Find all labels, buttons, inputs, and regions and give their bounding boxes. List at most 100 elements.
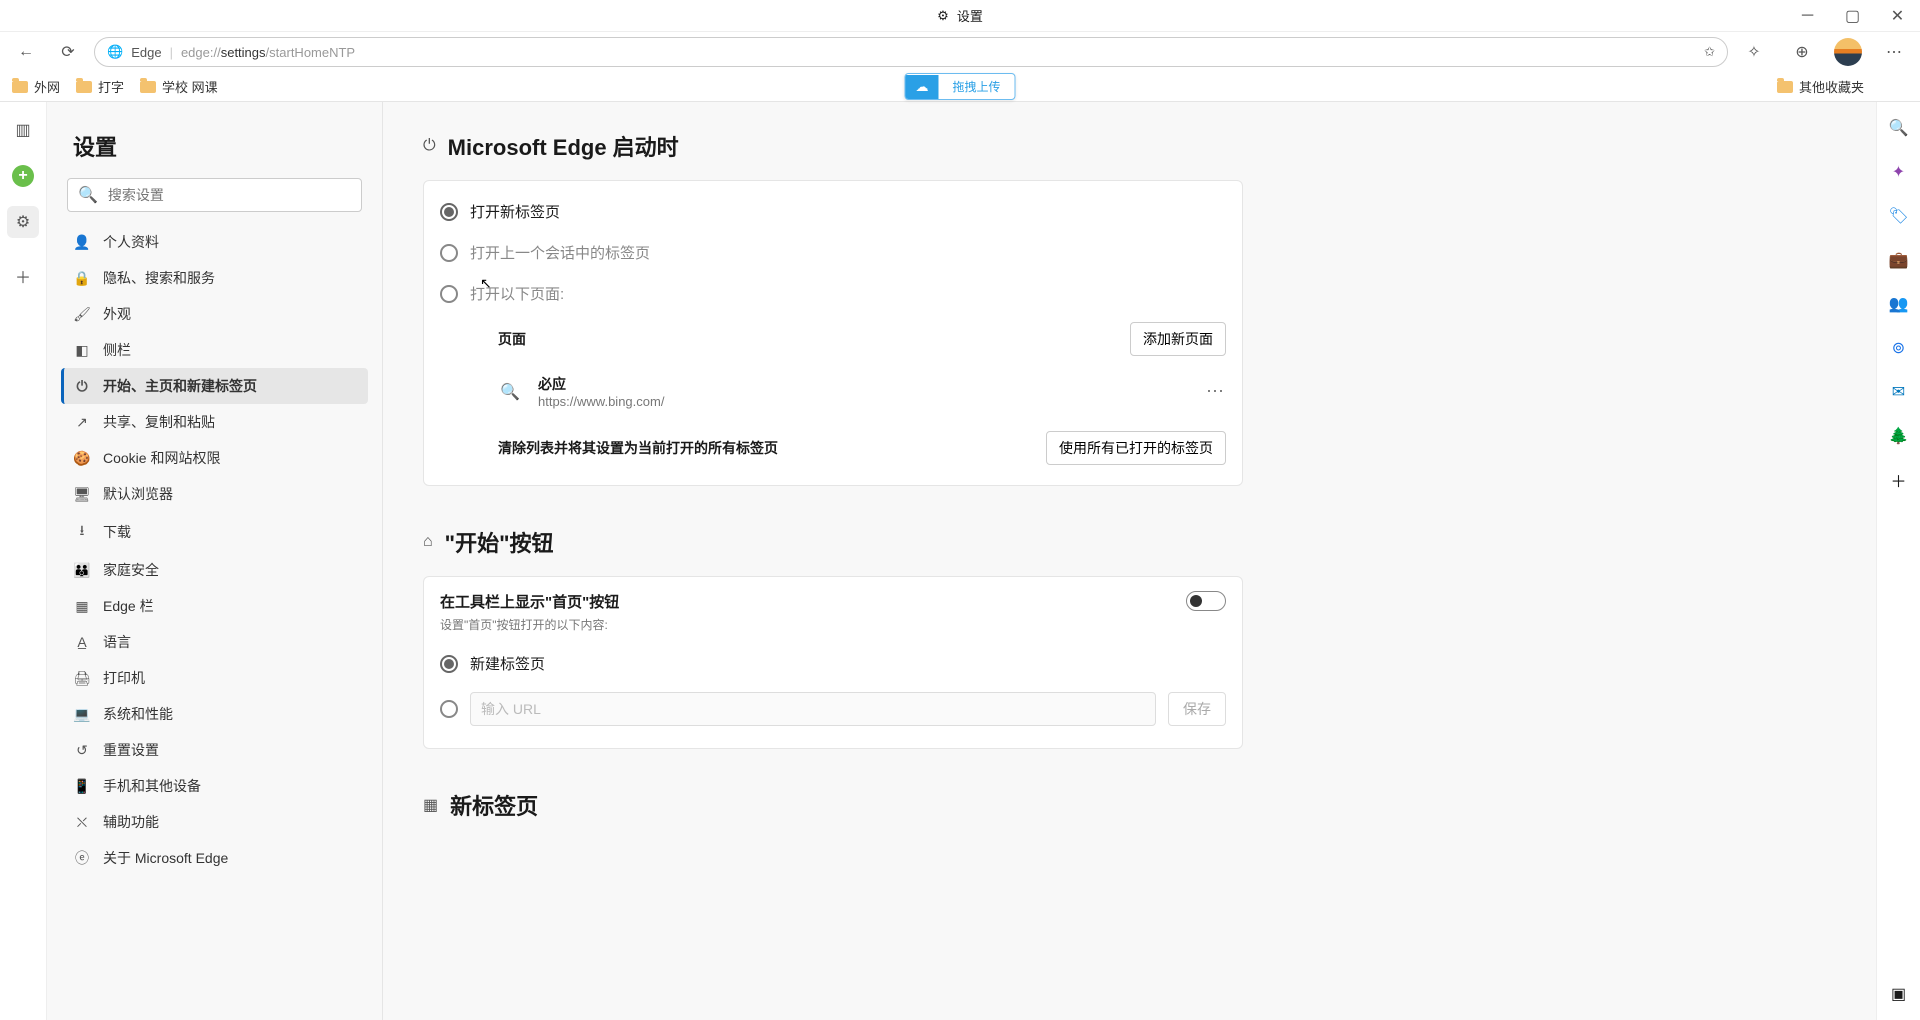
nav-sidebar[interactable]: ◧侧栏: [61, 332, 368, 368]
nav-appearance[interactable]: 🖌外观: [61, 296, 368, 332]
profile-avatar[interactable]: [1834, 38, 1862, 66]
radio-new-tab-page[interactable]: 新建标签页: [440, 643, 1226, 684]
nav-profile[interactable]: 👤个人资料: [61, 224, 368, 260]
shopping-icon[interactable]: 🏷: [1887, 204, 1911, 228]
home-icon: ⌂: [423, 533, 433, 551]
nav-about[interactable]: ⓔ关于 Microsoft Edge: [61, 840, 368, 876]
discover-icon[interactable]: ✦: [1887, 160, 1911, 184]
pages-label: 页面: [498, 329, 526, 349]
tabs-icon[interactable]: ▥: [7, 114, 39, 146]
bookmark-folder[interactable]: 学校 网课: [140, 77, 218, 96]
games-icon[interactable]: 👥: [1887, 292, 1911, 316]
edge-label: Edge: [131, 45, 161, 60]
window-title: 设置: [957, 6, 983, 25]
folder-icon: [76, 81, 92, 93]
home-url-input[interactable]: 输入 URL: [470, 692, 1156, 726]
sidebar-settings-icon[interactable]: ▣: [1887, 982, 1911, 1006]
radio-specific-pages[interactable]: 打开以下页面: ↖: [440, 273, 1226, 314]
star-icon[interactable]: ✩: [1704, 44, 1715, 60]
nav-accessibility[interactable]: ⛌辅助功能: [61, 804, 368, 840]
favorites-icon[interactable]: ✧: [1738, 36, 1770, 68]
refresh-button[interactable]: ⟳: [52, 36, 84, 68]
edge-logo-icon: 🌐: [107, 44, 123, 60]
nav-family[interactable]: 👪家庭安全: [61, 552, 368, 588]
add-page-button[interactable]: 添加新页面: [1130, 322, 1226, 356]
radio-icon: [440, 285, 458, 303]
address-bar[interactable]: 🌐 Edge | edge://settings/startHomeNTP ✩: [94, 37, 1728, 67]
nav-downloads[interactable]: ⭳下载: [61, 512, 368, 552]
nav-reset[interactable]: ↺重置设置: [61, 732, 368, 768]
back-button[interactable]: ←: [10, 36, 42, 68]
home-button-toggle[interactable]: [1186, 591, 1226, 611]
startup-card: 打开新标签页 打开上一个会话中的标签页 打开以下页面: ↖ 页面 添加新页面: [423, 180, 1243, 486]
radio-label: 打开新标签页: [470, 201, 560, 222]
section-title-home: "开始"按钮: [445, 526, 554, 558]
nav-language[interactable]: A̲语言: [61, 624, 368, 660]
cloud-icon: ☁: [905, 75, 938, 99]
tools-icon[interactable]: 💼: [1887, 248, 1911, 272]
minimize-button[interactable]: ─: [1785, 0, 1830, 31]
page-entry-bing: 🔍 必应 https://www.bing.com/ ⋯: [498, 366, 1226, 417]
nav-privacy[interactable]: 🔒隐私、搜索和服务: [61, 260, 368, 296]
nav-system[interactable]: 💻系统和性能: [61, 696, 368, 732]
address-url: edge://settings/startHomeNTP: [181, 45, 1696, 60]
page-url: https://www.bing.com/: [538, 394, 664, 409]
other-bookmarks[interactable]: 其他收藏夹: [1777, 77, 1864, 96]
settings-title: 设置: [73, 130, 368, 162]
add-tab-green[interactable]: +: [7, 160, 39, 192]
radio-icon: [440, 203, 458, 221]
radio-label: 打开以下页面:: [470, 283, 564, 304]
collections-icon[interactable]: ⊕: [1786, 36, 1818, 68]
address-separator: |: [170, 45, 173, 60]
office-icon[interactable]: ⊚: [1887, 336, 1911, 360]
settings-sidebar: 设置 🔍 👤个人资料 🔒隐私、搜索和服务 🖌外观 ◧侧栏 ⏻开始、主页和新建标签…: [47, 102, 383, 1020]
clear-list-label: 清除列表并将其设置为当前打开的所有标签页: [498, 438, 778, 458]
bookmark-folder[interactable]: 外网: [12, 77, 60, 96]
folder-icon: [12, 81, 28, 93]
page-name: 必应: [538, 374, 664, 394]
page-more-button[interactable]: ⋯: [1206, 381, 1226, 402]
nav-phone[interactable]: 📱手机和其他设备: [61, 768, 368, 804]
nav-start-home-ntp[interactable]: ⏻开始、主页和新建标签页: [61, 368, 368, 404]
maximize-button[interactable]: ▢: [1830, 0, 1875, 31]
settings-tab-icon[interactable]: [7, 206, 39, 238]
power-icon: ⏻: [423, 137, 436, 155]
nav-cookies[interactable]: 🍪Cookie 和网站权限: [61, 440, 368, 476]
radio-icon: [440, 655, 458, 673]
search-input[interactable]: [108, 187, 351, 203]
radio-icon[interactable]: [440, 700, 458, 718]
search-icon[interactable]: 🔍: [1887, 116, 1911, 140]
radio-label: 新建标签页: [470, 653, 545, 674]
menu-button[interactable]: ⋯: [1878, 36, 1910, 68]
search-icon: 🔍: [498, 380, 522, 404]
upload-pill[interactable]: ☁ 拖拽上传: [904, 73, 1015, 100]
bookmark-folder[interactable]: 打字: [76, 77, 124, 96]
folder-icon: [1777, 81, 1793, 93]
nav-edge-bar[interactable]: ▦Edge 栏: [61, 588, 368, 624]
gear-icon: [937, 8, 949, 24]
radio-prev-session[interactable]: 打开上一个会话中的标签页: [440, 232, 1226, 273]
toggle-desc: 设置"首页"按钮打开的以下内容:: [440, 616, 619, 633]
save-button[interactable]: 保存: [1168, 692, 1226, 726]
browser-toolbar: ← ⟳ 🌐 Edge | edge://settings/startHomeNT…: [0, 32, 1920, 72]
new-tab-button[interactable]: ＋: [7, 260, 39, 292]
search-icon: 🔍: [78, 185, 98, 205]
close-button[interactable]: ✕: [1875, 0, 1920, 31]
folder-icon: [140, 81, 156, 93]
nav-printer[interactable]: 🖨打印机: [61, 660, 368, 696]
radio-new-tab[interactable]: 打开新标签页: [440, 191, 1226, 232]
use-open-tabs-button[interactable]: 使用所有已打开的标签页: [1046, 431, 1226, 465]
add-sidebar-icon[interactable]: ＋: [1887, 468, 1911, 492]
settings-search[interactable]: 🔍: [67, 178, 362, 212]
nav-default-browser[interactable]: 🖥默认浏览器: [61, 476, 368, 512]
radio-icon: [440, 244, 458, 262]
eco-icon[interactable]: 🌲: [1887, 424, 1911, 448]
radio-url-row: 输入 URL 保存: [440, 684, 1226, 734]
bookmarks-bar: 外网 打字 学校 网课 ☁ 拖拽上传 其他收藏夹: [0, 72, 1920, 102]
outlook-icon[interactable]: ✉: [1887, 380, 1911, 404]
upload-label: 拖拽上传: [938, 74, 1014, 99]
vertical-tab-strip: ▥ + ＋: [0, 102, 47, 1020]
toggle-label: 在工具栏上显示"首页"按钮: [440, 591, 619, 612]
section-title-ntp: 新标签页: [450, 789, 538, 821]
nav-share-copy[interactable]: ↗共享、复制和粘贴: [61, 404, 368, 440]
